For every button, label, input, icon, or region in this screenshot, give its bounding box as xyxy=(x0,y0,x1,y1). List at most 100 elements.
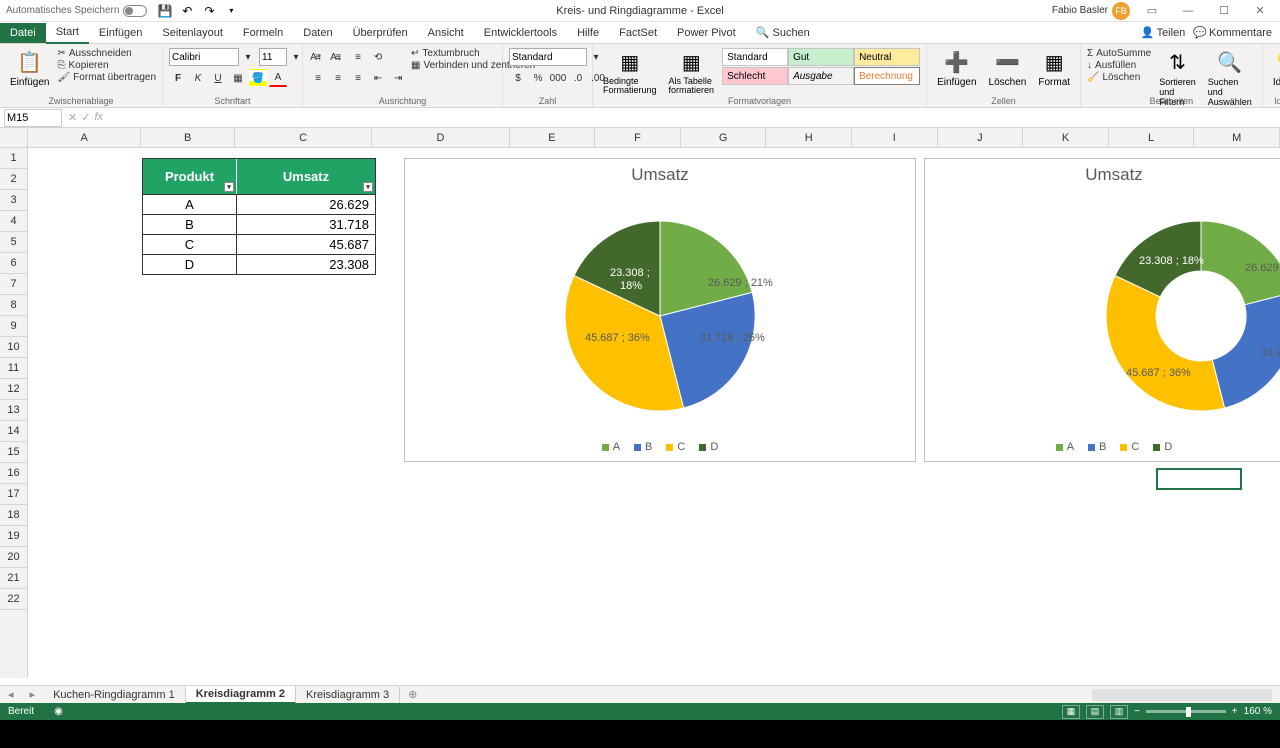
row-header[interactable]: 11 xyxy=(0,358,27,379)
border-button[interactable]: ▦ xyxy=(229,69,247,87)
cut-button[interactable]: ✂ Ausschneiden xyxy=(57,48,156,59)
formula-input[interactable] xyxy=(109,109,1280,127)
italic-button[interactable]: K xyxy=(189,69,207,87)
row-header[interactable]: 22 xyxy=(0,589,27,610)
insert-cells-button[interactable]: ➕Einfügen xyxy=(933,48,980,90)
font-color-button[interactable]: A xyxy=(269,69,287,87)
redo-icon[interactable]: ↷ xyxy=(201,3,217,19)
align-bottom-icon[interactable]: ≡ xyxy=(349,48,367,66)
align-top-icon[interactable]: ≡ xyxy=(309,48,327,66)
col-header-g[interactable]: G xyxy=(681,128,767,147)
style-standard[interactable]: Standard xyxy=(722,48,788,66)
copy-button[interactable]: ⎘ Kopieren xyxy=(57,60,156,71)
row-header[interactable]: 3 xyxy=(0,190,27,211)
row-header[interactable]: 1 xyxy=(0,148,27,169)
tab-seitenlayout[interactable]: Seitenlayout xyxy=(152,23,233,43)
row-header[interactable]: 6 xyxy=(0,253,27,274)
thousands-icon[interactable]: 000 xyxy=(549,69,567,87)
comments-button[interactable]: 💬 Kommentare xyxy=(1193,26,1272,39)
col-header-i[interactable]: I xyxy=(852,128,938,147)
tab-einfuegen[interactable]: Einfügen xyxy=(89,23,152,43)
decrease-indent-icon[interactable]: ⇤ xyxy=(369,69,387,87)
spreadsheet-grid[interactable]: A B C D E F G H I J K L M 12345678910111… xyxy=(0,128,1280,678)
filter-icon[interactable]: ▾ xyxy=(224,182,234,192)
row-header[interactable]: 9 xyxy=(0,316,27,337)
row-header[interactable]: 2 xyxy=(0,169,27,190)
number-format-select[interactable] xyxy=(509,48,587,66)
row-header[interactable]: 17 xyxy=(0,484,27,505)
format-painter-button[interactable]: 🖌 Format übertragen xyxy=(57,72,156,83)
row-header[interactable]: 4 xyxy=(0,211,27,232)
style-neutral[interactable]: Neutral xyxy=(854,48,920,66)
bold-button[interactable]: F xyxy=(169,69,187,87)
increase-decimal-icon[interactable]: .0 xyxy=(569,69,587,87)
cell-produkt[interactable]: C xyxy=(143,235,237,254)
save-icon[interactable]: 💾 xyxy=(157,3,173,19)
share-button[interactable]: 👤 Teilen xyxy=(1141,26,1185,39)
filter-icon[interactable]: ▾ xyxy=(363,182,373,192)
row-header[interactable]: 18 xyxy=(0,505,27,526)
name-box[interactable]: M15 xyxy=(4,109,62,127)
cells-canvas[interactable]: Produkt▾ Umsatz▾ A26.629 B31.718 C45.687… xyxy=(28,148,1280,678)
tab-start[interactable]: Start xyxy=(46,22,89,44)
style-berechnung[interactable]: Berechnung xyxy=(854,67,920,85)
cell-umsatz[interactable]: 31.718 xyxy=(237,215,375,234)
tab-ueberpruefen[interactable]: Überprüfen xyxy=(343,23,418,43)
horizontal-scrollbar[interactable] xyxy=(1092,689,1272,701)
cell-umsatz[interactable]: 45.687 xyxy=(237,235,375,254)
row-header[interactable]: 14 xyxy=(0,421,27,442)
conditional-formatting-button[interactable]: ▦Bedingte Formatierung xyxy=(599,48,661,97)
cell-umsatz[interactable]: 23.308 xyxy=(237,255,375,274)
row-header[interactable]: 12 xyxy=(0,379,27,400)
cell-produkt[interactable]: D xyxy=(143,255,237,274)
normal-view-icon[interactable]: ▦ xyxy=(1062,705,1080,719)
tab-factset[interactable]: FactSet xyxy=(609,23,667,43)
tab-ansicht[interactable]: Ansicht xyxy=(418,23,474,43)
cell-produkt[interactable]: B xyxy=(143,215,237,234)
cell-umsatz[interactable]: 26.629 xyxy=(237,195,375,214)
delete-cells-button[interactable]: ➖Löschen xyxy=(985,48,1031,90)
style-gut[interactable]: Gut xyxy=(788,48,854,66)
sheet-nav-next-icon[interactable]: ▸ xyxy=(22,688,44,701)
tab-hilfe[interactable]: Hilfe xyxy=(567,23,609,43)
fill-color-button[interactable]: 🪣 xyxy=(249,69,267,87)
col-header-j[interactable]: J xyxy=(938,128,1024,147)
col-header-h[interactable]: H xyxy=(766,128,852,147)
align-right-icon[interactable]: ≡ xyxy=(349,69,367,87)
ribbon-options-icon[interactable]: ▭ xyxy=(1138,2,1166,20)
tab-entwicklertools[interactable]: Entwicklertools xyxy=(474,23,567,43)
col-header-b[interactable]: B xyxy=(141,128,235,147)
row-header[interactable]: 15 xyxy=(0,442,27,463)
ideas-button[interactable]: 💡Ideen xyxy=(1269,48,1280,90)
qat-customize-icon[interactable]: ▾ xyxy=(223,3,239,19)
row-header[interactable]: 19 xyxy=(0,526,27,547)
row-header[interactable]: 16 xyxy=(0,463,27,484)
increase-indent-icon[interactable]: ⇥ xyxy=(389,69,407,87)
zoom-slider[interactable] xyxy=(1146,710,1226,713)
underline-button[interactable]: U xyxy=(209,69,227,87)
sheet-tab-1[interactable]: Kuchen-Ringdiagramm 1 xyxy=(43,687,186,703)
format-cells-button[interactable]: ▦Format xyxy=(1034,48,1074,90)
close-icon[interactable]: ✕ xyxy=(1246,2,1274,20)
orientation-icon[interactable]: ⟲ xyxy=(369,48,387,66)
style-schlecht[interactable]: Schlecht xyxy=(722,67,788,85)
col-header-l[interactable]: L xyxy=(1109,128,1195,147)
fx-icon[interactable]: fx xyxy=(94,111,103,124)
font-name-input[interactable] xyxy=(169,48,239,66)
row-header[interactable]: 8 xyxy=(0,295,27,316)
selected-cell[interactable] xyxy=(1156,468,1242,490)
page-layout-view-icon[interactable]: ▤ xyxy=(1086,705,1104,719)
undo-icon[interactable]: ↶ xyxy=(179,3,195,19)
col-header-d[interactable]: D xyxy=(372,128,509,147)
fill-button[interactable]: ↓ Ausfüllen xyxy=(1087,60,1151,71)
accept-formula-icon[interactable]: ✓ xyxy=(81,111,90,124)
autosave-toggle[interactable]: Automatisches Speichern xyxy=(6,5,147,17)
row-header[interactable]: 21 xyxy=(0,568,27,589)
pie-chart[interactable]: Umsatz 26.629 ; 21% 31.718 ; 25% 45.687 … xyxy=(404,158,916,462)
file-tab[interactable]: Datei xyxy=(0,23,46,43)
macro-record-icon[interactable]: ◉ xyxy=(54,706,63,717)
row-header[interactable]: 20 xyxy=(0,547,27,568)
col-header-a[interactable]: A xyxy=(28,128,141,147)
currency-icon[interactable]: $ xyxy=(509,69,527,87)
add-sheet-icon[interactable]: ⊕ xyxy=(400,688,425,701)
